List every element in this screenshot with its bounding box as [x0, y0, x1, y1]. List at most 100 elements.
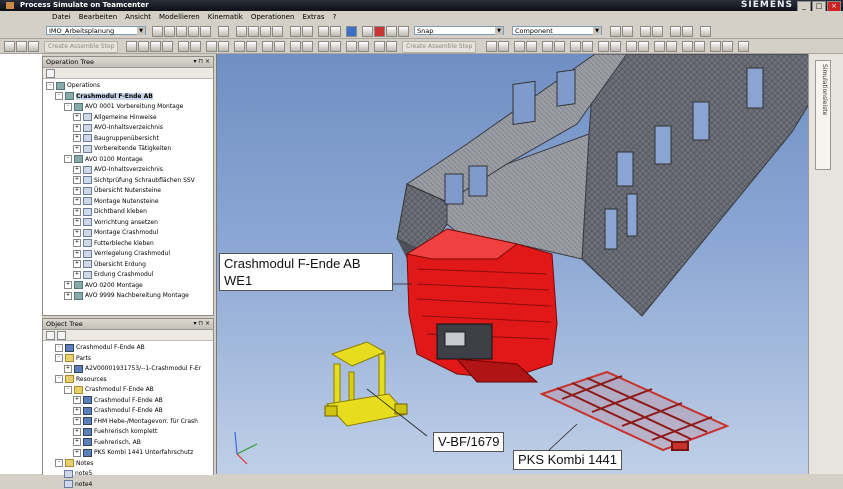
- pick-icon[interactable]: [622, 26, 633, 37]
- operation-tree-row[interactable]: + AVO-Inhaltsverzeichnis: [73, 123, 163, 132]
- object-tree-row[interactable]: + FHM Hebe-/Montagevorr. für Crash: [73, 417, 198, 426]
- robot-icon[interactable]: [126, 41, 137, 52]
- placement-icon[interactable]: [670, 26, 681, 37]
- tool-h-icon[interactable]: [582, 41, 593, 52]
- collapse-icon[interactable]: -: [55, 92, 63, 100]
- view-icon[interactable]: [302, 26, 313, 37]
- tool-m-icon[interactable]: [654, 41, 665, 52]
- flow-icon[interactable]: [302, 41, 313, 52]
- expand-icon[interactable]: +: [73, 417, 81, 425]
- unlink-icon[interactable]: [358, 41, 369, 52]
- panel-controls[interactable]: ▾ ⊓ ×: [193, 57, 210, 67]
- collapse-icon[interactable]: -: [64, 155, 72, 163]
- jog-icon[interactable]: [190, 41, 201, 52]
- path-icon[interactable]: [150, 41, 161, 52]
- collapse-icon[interactable]: -: [55, 343, 63, 352]
- menu-kinematik[interactable]: Kinematik: [208, 11, 243, 23]
- weld-icon[interactable]: [218, 41, 229, 52]
- object-tree-row[interactable]: - Resources: [55, 375, 107, 384]
- expand-icon[interactable]: +: [73, 113, 81, 121]
- options-icon[interactable]: [700, 26, 711, 37]
- collapse-icon[interactable]: -: [55, 354, 63, 362]
- operation-tree-row[interactable]: + Dichtband kleben: [73, 207, 147, 216]
- collapse-icon[interactable]: -: [55, 459, 63, 467]
- link-icon[interactable]: [346, 41, 357, 52]
- tool-k-icon[interactable]: [626, 41, 637, 52]
- expand-icon[interactable]: +: [73, 427, 81, 436]
- object-tree-row[interactable]: + A2V00001931753/--1-Crashmodul F-Er: [64, 364, 201, 373]
- expand-icon[interactable]: +: [73, 406, 81, 415]
- iso-view-icon[interactable]: [318, 26, 329, 37]
- object-tree-row[interactable]: + Fuehrerisch komplett: [73, 427, 157, 436]
- chevron-down-icon[interactable]: ▼: [137, 27, 145, 35]
- expand-icon[interactable]: +: [73, 176, 81, 184]
- tool-r-icon[interactable]: [722, 41, 733, 52]
- render-mode-icon[interactable]: [346, 26, 357, 37]
- joint-icon[interactable]: [246, 41, 257, 52]
- tool-e-icon[interactable]: [542, 41, 553, 52]
- expand-icon[interactable]: +: [73, 270, 81, 279]
- teach-icon[interactable]: [178, 41, 189, 52]
- frame-icon[interactable]: [262, 41, 273, 52]
- expand-icon[interactable]: +: [73, 249, 81, 258]
- menu-modellieren[interactable]: Modellieren: [159, 11, 200, 23]
- expand-icon[interactable]: +: [64, 281, 72, 289]
- tool-g-icon[interactable]: [570, 41, 581, 52]
- color-icon[interactable]: [374, 26, 385, 37]
- mount-icon[interactable]: [290, 41, 301, 52]
- expand-icon[interactable]: +: [73, 228, 81, 237]
- rotate-icon[interactable]: [260, 26, 271, 37]
- object-tree-row[interactable]: + Crashmodul F-Ende AB: [73, 406, 163, 415]
- tool-f-icon[interactable]: [554, 41, 565, 52]
- menu-datei[interactable]: Datei: [52, 11, 71, 23]
- cut-icon[interactable]: [152, 26, 163, 37]
- object-tree-row[interactable]: + Fuehrerisch, AB: [73, 438, 141, 447]
- tool-s-icon[interactable]: [738, 41, 749, 52]
- shading-icon[interactable]: [362, 26, 373, 37]
- operation-tree-row[interactable]: + Übersicht Erdung: [73, 260, 146, 269]
- operation-tree-row[interactable]: + Montage Crashmodul: [73, 228, 158, 237]
- object-tree-row[interactable]: - Parts: [55, 354, 91, 363]
- operation-tree-row[interactable]: + Sichtprüfung Schraubflächen SSV: [73, 176, 195, 185]
- operation-tree-row[interactable]: - AVO 0001 Vorbereitung Montage: [64, 102, 183, 111]
- create-assemble-step-button[interactable]: Create Assemble Step: [44, 41, 119, 53]
- study-combo[interactable]: IMO_Arbeitsplanung ▼: [46, 26, 146, 35]
- operation-tree-row[interactable]: + Vorbereitende Tätigkeiten: [73, 144, 171, 153]
- chevron-down-icon[interactable]: ▼: [593, 27, 601, 35]
- edit-op-icon[interactable]: [386, 41, 397, 52]
- object-tree-row[interactable]: - Crashmodul F-Ende AB: [55, 343, 145, 352]
- side-tab-simulation[interactable]: Simulationsleiste: [815, 60, 831, 170]
- delete-icon[interactable]: [218, 26, 229, 37]
- expand-icon[interactable]: +: [73, 218, 81, 226]
- expand-icon[interactable]: +: [73, 197, 81, 205]
- relocate-icon[interactable]: [682, 26, 693, 37]
- operation-tree-row[interactable]: + Baugruppenübersicht: [73, 134, 159, 143]
- measure-icon[interactable]: [398, 26, 409, 37]
- location-icon[interactable]: [162, 41, 173, 52]
- object-tree-row[interactable]: + PKS Kombi 1441 Unterfahrschutz: [73, 448, 193, 457]
- tool-o-icon[interactable]: [682, 41, 693, 52]
- tool-l-icon[interactable]: [638, 41, 649, 52]
- operation-tree-row[interactable]: + Futterbleche kleben: [73, 239, 154, 248]
- tool-c-icon[interactable]: [514, 41, 525, 52]
- operation-tree-row[interactable]: + AVO 0200 Montage: [64, 281, 143, 290]
- graphic-viewer[interactable]: Crashmodul F-Ende AB WE1 V-BF/1679 PKS K…: [216, 54, 809, 474]
- gun-icon[interactable]: [138, 41, 149, 52]
- menu-bearbeiten[interactable]: Bearbeiten: [79, 11, 117, 23]
- tool-d-icon[interactable]: [526, 41, 537, 52]
- panel-controls[interactable]: ▾ ⊓ ×: [193, 319, 210, 329]
- menu-extras[interactable]: Extras: [302, 11, 324, 23]
- collapse-icon[interactable]: -: [46, 81, 54, 90]
- expand-icon[interactable]: +: [73, 123, 81, 132]
- copy-icon[interactable]: [164, 26, 175, 37]
- menu-ansicht[interactable]: Ansicht: [125, 11, 151, 23]
- expand-icon[interactable]: +: [73, 448, 81, 457]
- chevron-down-icon[interactable]: ▼: [495, 27, 503, 35]
- attach-icon[interactable]: [274, 41, 285, 52]
- sim-step-icon[interactable]: [16, 41, 27, 52]
- sim-play-icon[interactable]: [4, 41, 15, 52]
- expand-icon[interactable]: +: [64, 291, 72, 300]
- zoom-icon[interactable]: [272, 26, 283, 37]
- redo-icon[interactable]: [200, 26, 211, 37]
- collapse-icon[interactable]: -: [55, 375, 63, 383]
